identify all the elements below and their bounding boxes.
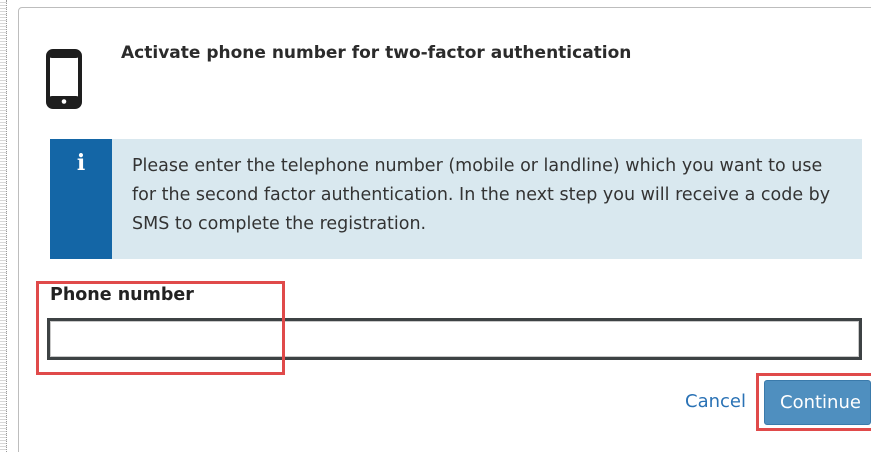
info-box: i Please enter the telephone number (mob…: [50, 139, 862, 259]
mobile-phone-icon: [46, 49, 82, 109]
info-text: Please enter the telephone number (mobil…: [132, 156, 831, 234]
phone-number-input[interactable]: [47, 318, 862, 360]
info-icon: i: [76, 150, 86, 176]
page: Activate phone number for two-factor aut…: [0, 0, 871, 452]
info-stripe: i: [50, 139, 112, 259]
continue-button[interactable]: Continue: [764, 380, 871, 425]
phone-number-label: Phone number: [50, 285, 194, 305]
left-edge-divider: [0, 0, 7, 452]
dialog-title: Activate phone number for two-factor aut…: [121, 43, 632, 63]
cancel-link[interactable]: Cancel: [685, 391, 746, 412]
